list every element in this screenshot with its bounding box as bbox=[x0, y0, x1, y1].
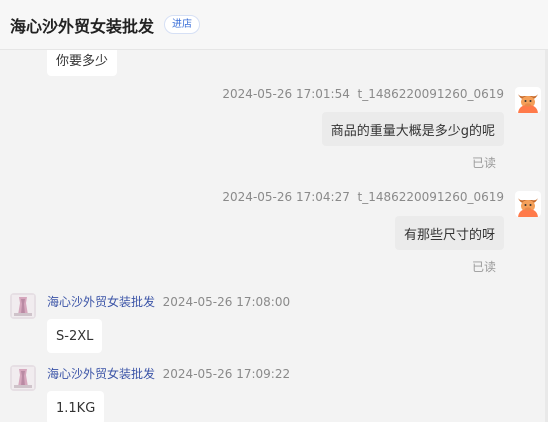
message-text: 商品的重量大概是多少g的呢 bbox=[330, 123, 495, 139]
message-meta: 2024-05-26 17:04:27 t_1486220091260_0619 bbox=[222, 190, 504, 204]
shop-avatar[interactable] bbox=[10, 365, 36, 391]
message-bubble-incoming: 1.1KG bbox=[47, 391, 105, 422]
sender-name-link[interactable]: 海心沙外贸女装批发 bbox=[47, 295, 155, 309]
shop-logo-icon bbox=[10, 365, 36, 391]
message-text: 有那些尺寸的呀 bbox=[403, 227, 495, 243]
read-status: 已读 bbox=[471, 260, 496, 274]
message-timestamp: 2024-05-26 17:08:00 bbox=[162, 295, 291, 309]
message-bubble-outgoing: 商品的重量大概是多少g的呢 bbox=[321, 112, 504, 146]
shop-name-title[interactable]: 海心沙外贸女装批发 bbox=[10, 13, 154, 37]
shop-avatar[interactable] bbox=[10, 293, 36, 319]
message-text: S-2XL bbox=[56, 328, 94, 344]
message-meta: 海心沙外贸女装批发 2024-05-26 17:09:22 bbox=[47, 365, 290, 382]
message-timestamp: 2024-05-26 17:04:27 bbox=[222, 190, 350, 204]
message-meta: 2024-05-26 17:01:54 t_1486220091260_0619 bbox=[222, 87, 504, 101]
message-text: 1.1KG bbox=[56, 400, 96, 416]
message-user: t_1486220091260_0619 bbox=[357, 190, 505, 204]
message-timestamp: 2024-05-26 17:09:22 bbox=[162, 367, 291, 381]
message-bubble-incoming: S-2XL bbox=[47, 319, 103, 353]
enter-shop-button[interactable]: 进店 bbox=[164, 15, 201, 34]
read-status: 已读 bbox=[471, 156, 496, 170]
bull-avatar-icon bbox=[515, 87, 541, 113]
shop-logo-icon bbox=[10, 293, 36, 319]
message-meta: 海心沙外贸女装批发 2024-05-26 17:08:00 bbox=[47, 293, 290, 310]
user-avatar[interactable] bbox=[515, 191, 541, 217]
message-text: 你要多少 bbox=[56, 53, 109, 69]
message-timestamp: 2024-05-26 17:01:54 bbox=[222, 87, 350, 101]
message-bubble-outgoing: 有那些尺寸的呀 bbox=[394, 216, 504, 250]
user-avatar[interactable] bbox=[515, 87, 541, 113]
chat-header: 海心沙外贸女装批发 进店 bbox=[0, 0, 548, 50]
message-user: t_1486220091260_0619 bbox=[357, 87, 505, 101]
bull-avatar-icon bbox=[515, 191, 541, 217]
sender-name-link[interactable]: 海心沙外贸女装批发 bbox=[47, 367, 155, 381]
